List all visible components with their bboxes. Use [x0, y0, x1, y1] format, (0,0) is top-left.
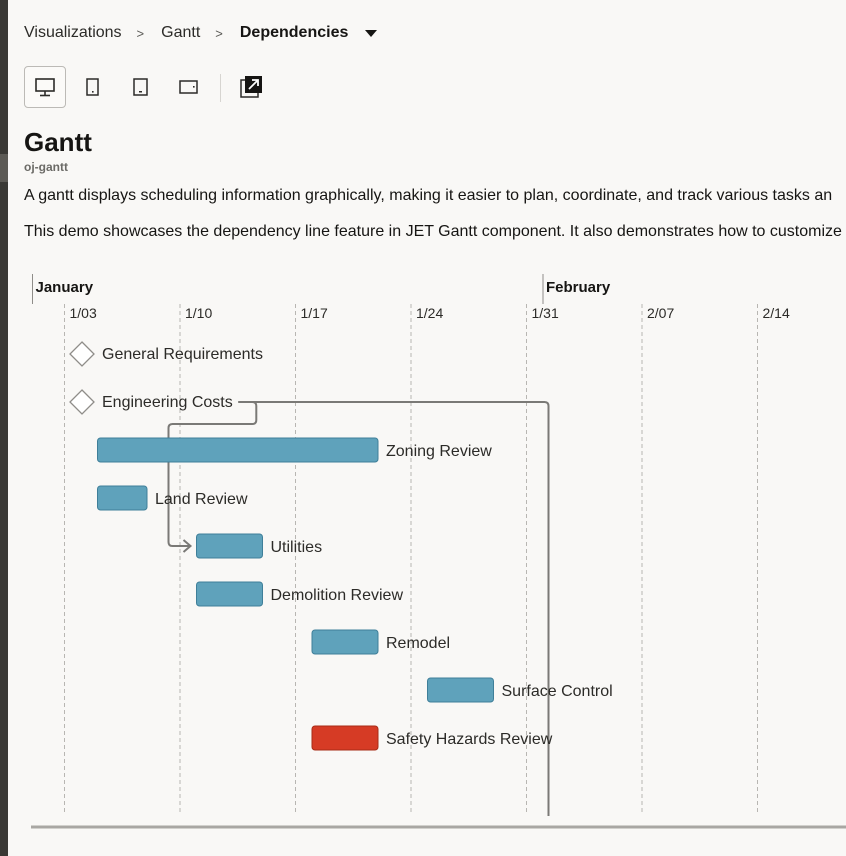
task-label: Demolition Review: [271, 587, 404, 604]
task-bar: [311, 629, 379, 655]
minor-scale-label: 1/10: [185, 305, 212, 321]
minor-scale-label: 1/03: [70, 305, 97, 321]
breadcrumb: Visualizations > Gantt > Dependencies: [24, 22, 378, 44]
minor-scale-label: 1/31: [532, 305, 559, 321]
task-bar: [97, 485, 148, 511]
breadcrumb-separator: >: [136, 25, 145, 41]
task-label: Zoning Review: [386, 443, 492, 460]
task-label: General Requirements: [102, 346, 263, 363]
task-label: Surface Control: [502, 683, 613, 700]
task-bar: [196, 533, 263, 559]
major-scale-label: January: [36, 279, 94, 296]
monitor-icon: [35, 78, 55, 97]
page-title: Gantt: [24, 127, 92, 157]
caret-down-icon[interactable]: [365, 29, 378, 37]
task-bar: [97, 437, 379, 463]
task-label: Engineering Costs: [102, 394, 233, 411]
left-edge-marker: [0, 154, 8, 182]
breadcrumb-gantt[interactable]: Gantt: [161, 24, 200, 42]
task-label: Safety Hazards Review: [386, 731, 553, 748]
breadcrumb-separator: >: [215, 25, 223, 41]
phone-view-button[interactable]: [120, 66, 162, 108]
breadcrumb-current-dependencies[interactable]: Dependencies: [240, 24, 348, 42]
tablet-portrait-icon: [86, 78, 99, 96]
desktop-view-button[interactable]: [24, 66, 66, 108]
gantt-chart: January February 1/03 1/10 1/17 1/24 1/31 2/07 2…: [0, 262, 846, 856]
tablet-landscape-icon: [179, 80, 198, 94]
dependency-line: [167, 401, 258, 547]
page-subtitle: oj-gantt: [24, 160, 68, 174]
toolbar-separator: [220, 74, 221, 102]
breadcrumb-visualizations[interactable]: Visualizations: [24, 24, 122, 42]
minor-scale-label: 1/24: [416, 305, 443, 321]
external-window-icon: [240, 76, 262, 98]
task-bar: [427, 677, 494, 703]
task-bar: [196, 581, 263, 607]
minor-scale-label: 2/07: [647, 305, 674, 321]
minor-scale-label: 1/17: [301, 305, 328, 321]
milestone-diamond: [69, 389, 95, 415]
description-paragraph-2: This demo showcases the dependency line …: [24, 223, 842, 240]
tablet-landscape-view-button[interactable]: [168, 66, 210, 108]
tablet-portrait-view-button[interactable]: [72, 66, 114, 108]
open-new-window-button[interactable]: [230, 66, 272, 108]
gantt-svg: January February 1/03 1/10 1/17 1/24 1/31 2/07 2…: [31, 274, 846, 829]
task-label: Remodel: [386, 635, 450, 652]
dependency-line: [238, 401, 550, 816]
phone-icon: [133, 78, 148, 96]
minor-scale-label: 2/14: [763, 305, 790, 321]
major-scale-label: February: [546, 279, 611, 296]
description-paragraph-1: A gantt displays scheduling information …: [24, 187, 833, 204]
task-label: Land Review: [155, 491, 248, 508]
critical-task-bar: [311, 725, 379, 751]
task-label: Utilities: [271, 539, 323, 556]
milestone-diamond: [69, 341, 95, 367]
